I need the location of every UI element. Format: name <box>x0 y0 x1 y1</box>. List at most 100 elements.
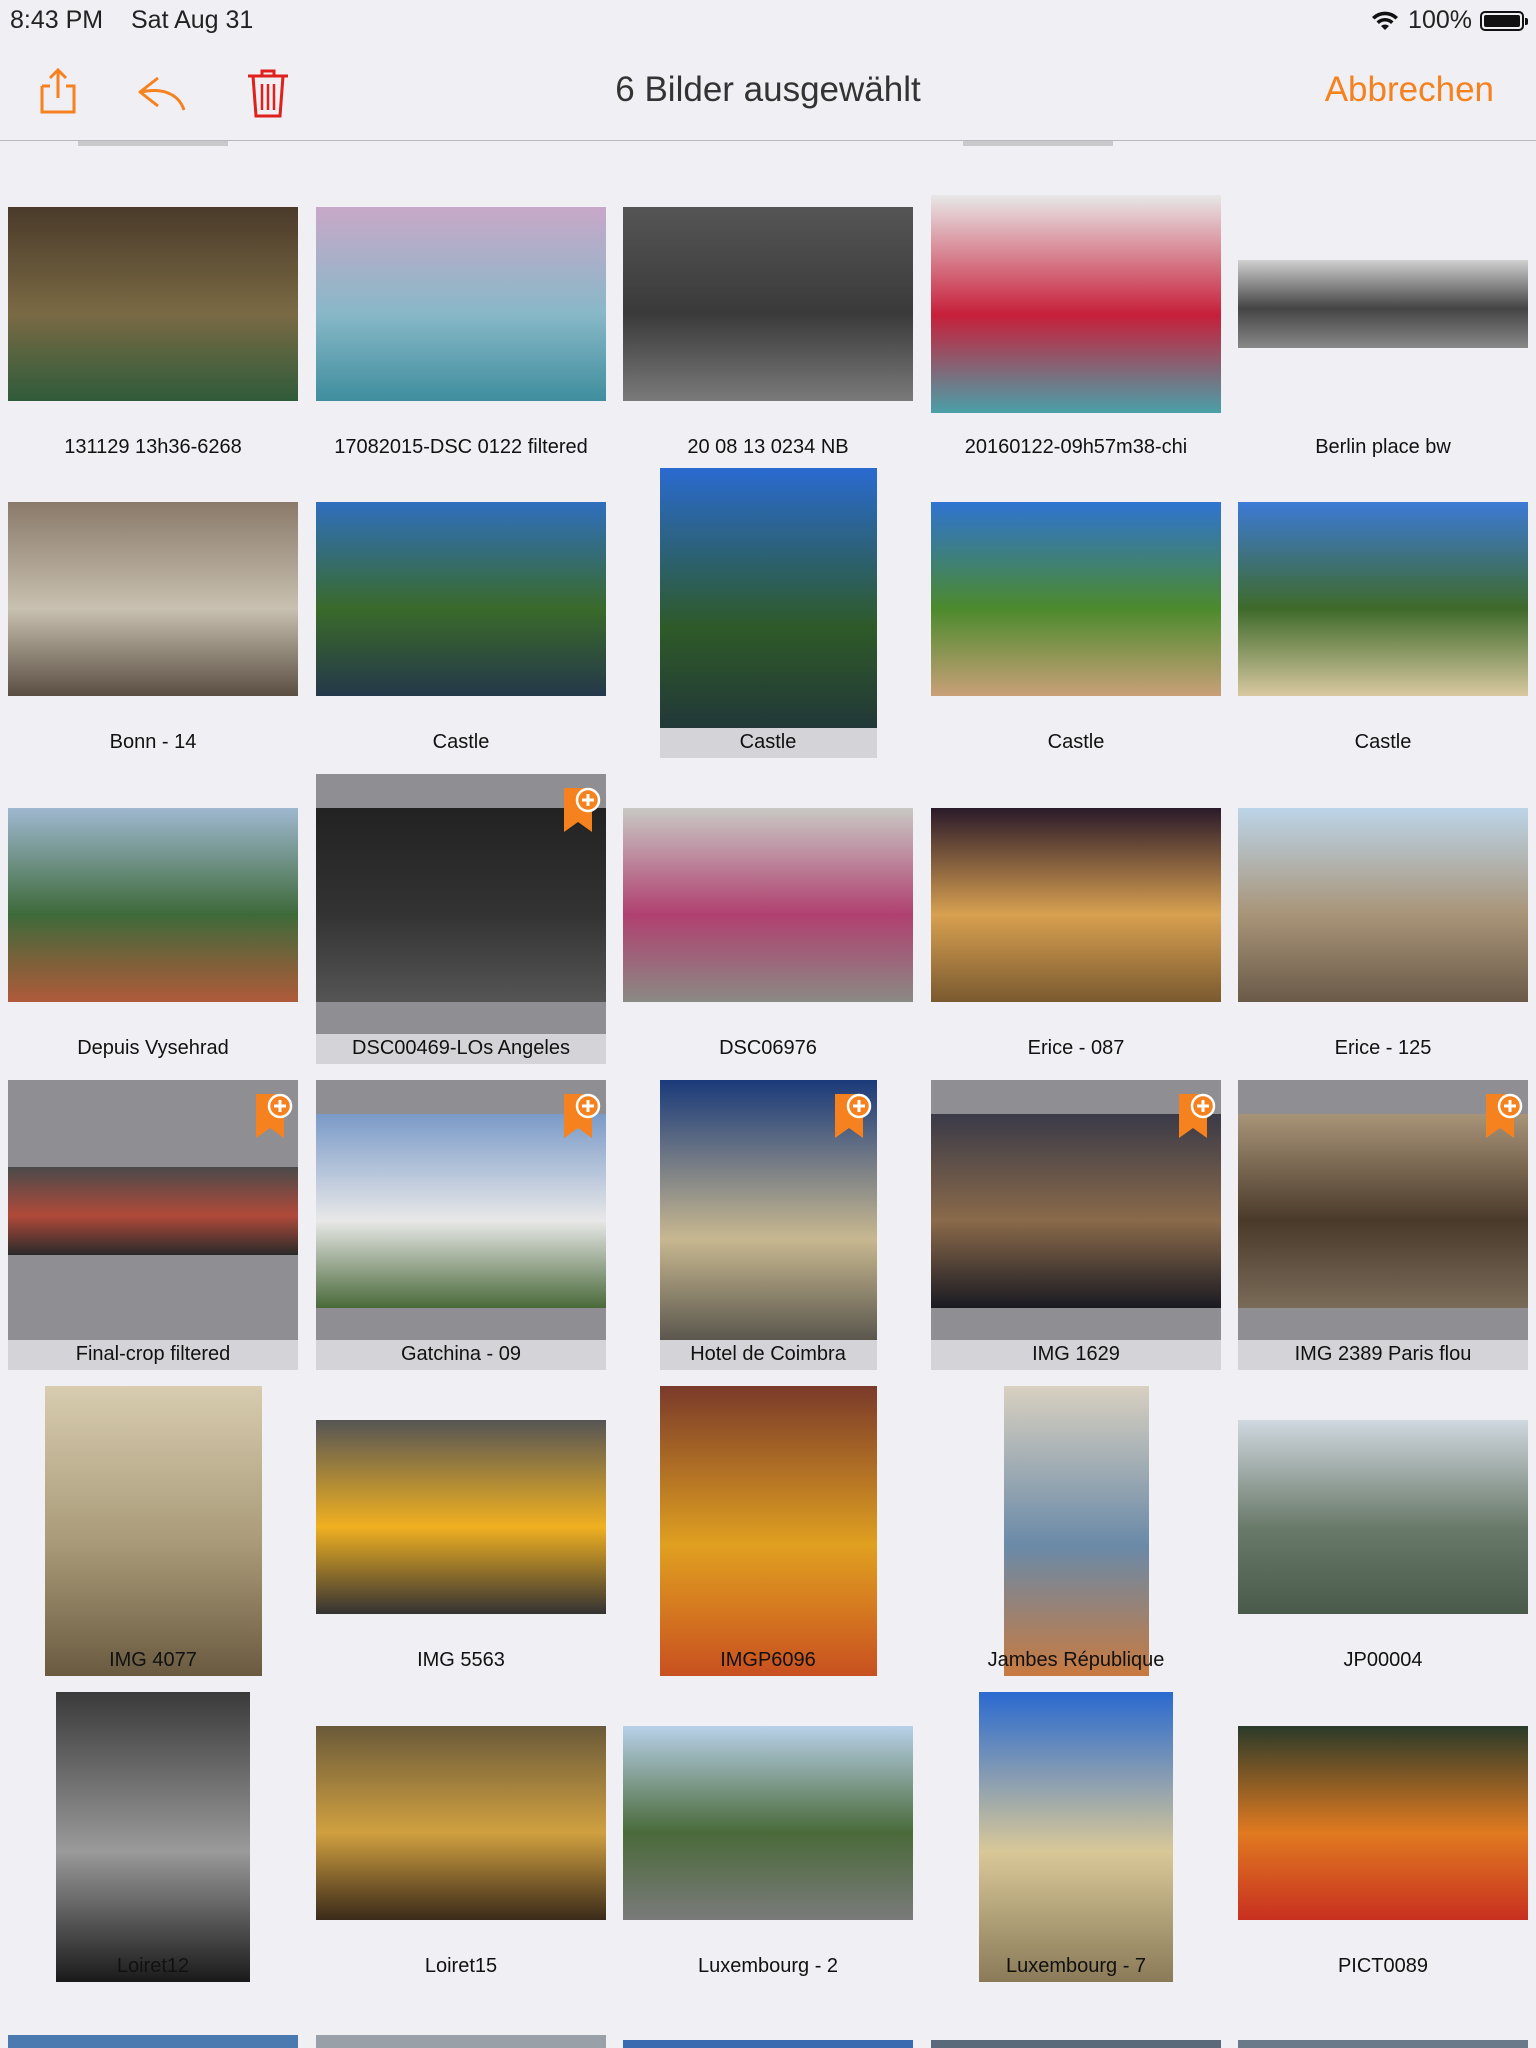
photo-tile[interactable]: Gatchina - 09 <box>316 1080 606 1370</box>
photo-label: Luxembourg - 7 <box>1005 1955 1147 1977</box>
photo-tile[interactable]: IMG 2389 Paris flou <box>1238 1080 1528 1370</box>
photo-thumbnail <box>316 207 606 401</box>
photo-tile[interactable]: 17082015-DSC 0122 filtered <box>316 173 606 463</box>
photo-tile[interactable]: IMG 1629 <box>931 1080 1221 1370</box>
photo-tile[interactable]: PICT0089 <box>1238 1692 1528 1982</box>
photo-thumbnail <box>659 468 877 758</box>
photo-thumbnail <box>623 808 913 1002</box>
photo-label: Erice - 125 <box>1334 1037 1432 1059</box>
photo-label: 17082015-DSC 0122 filtered <box>334 436 588 458</box>
photo-label: DSC00469-LOs Angeles <box>352 1037 570 1059</box>
next-row-peek <box>623 2040 913 2048</box>
photo-tile[interactable]: 20 08 13 0234 NB <box>623 173 913 463</box>
photo-thumbnail <box>931 808 1221 1002</box>
photo-tile[interactable]: Erice - 087 <box>931 774 1221 1064</box>
photo-tile[interactable]: Depuis Vysehrad <box>8 774 298 1064</box>
photo-thumbnail <box>8 808 298 1002</box>
photo-tile[interactable]: Luxembourg - 7 <box>931 1692 1221 1982</box>
photo-thumbnail <box>623 207 913 401</box>
photo-tile[interactable]: Berlin place bw <box>1238 173 1528 463</box>
photo-label: 20160122-09h57m38-chi <box>964 436 1188 458</box>
bookmark-add-icon[interactable] <box>833 1090 873 1142</box>
bookmark-add-icon[interactable] <box>254 1090 294 1142</box>
photo-thumbnail <box>979 1692 1173 1982</box>
photo-tile[interactable]: DSC06976 <box>623 774 913 1064</box>
photo-thumbnail <box>931 502 1221 696</box>
photo-label: IMG 2389 Paris flou <box>1294 1343 1472 1365</box>
photo-thumbnail <box>8 207 298 401</box>
photo-tile[interactable]: Castle <box>931 468 1221 758</box>
photo-label: Castle <box>739 731 797 753</box>
photo-tile[interactable]: Final-crop filtered <box>8 1080 298 1370</box>
photo-tile[interactable]: IMGP6096 <box>623 1386 913 1676</box>
photo-tile[interactable]: Castle <box>316 468 606 758</box>
photo-label: Depuis Vysehrad <box>77 1037 229 1059</box>
photo-thumbnail <box>316 808 606 1002</box>
photo-tile[interactable]: IMG 5563 <box>316 1386 606 1676</box>
photo-thumbnail <box>659 1386 877 1676</box>
photo-label: Loiret12 <box>116 1955 190 1977</box>
page-title: 6 Bilder ausgewählt <box>615 70 921 109</box>
photo-label: Jambes République <box>987 1649 1165 1671</box>
photo-tile[interactable]: Castle <box>623 468 913 758</box>
bookmark-add-icon[interactable] <box>562 784 602 836</box>
next-row-peek <box>316 2035 606 2048</box>
status-time: 8:43 PM <box>10 6 104 34</box>
photo-label: Bonn - 14 <box>109 731 197 753</box>
photo-label: DSC06976 <box>719 1037 817 1059</box>
photo-thumbnail <box>623 1726 913 1920</box>
photo-thumbnail <box>8 502 298 696</box>
photo-thumbnail <box>1238 808 1528 1002</box>
photo-tile[interactable]: DSC00469-LOs Angeles <box>316 774 606 1064</box>
photo-tile[interactable]: IMG 4077 <box>8 1386 298 1676</box>
photo-tile[interactable]: Hotel de Coimbra <box>623 1080 913 1370</box>
bookmark-add-icon[interactable] <box>1484 1090 1524 1142</box>
photo-thumbnail <box>44 1386 262 1676</box>
photo-thumbnail <box>316 502 606 696</box>
photo-label: Castle <box>432 731 490 753</box>
status-date: Sat Aug 31 <box>131 6 254 34</box>
next-row-peek <box>8 2035 298 2048</box>
photo-label: Final-crop filtered <box>75 1343 231 1365</box>
previous-row-peek <box>963 141 1113 146</box>
photo-label: JP00004 <box>1343 1649 1423 1671</box>
photo-tile[interactable]: Castle <box>1238 468 1528 758</box>
photo-thumbnail <box>931 195 1221 413</box>
photo-label: IMG 5563 <box>417 1649 505 1671</box>
photo-thumbnail <box>1003 1386 1149 1676</box>
photo-tile[interactable]: 131129 13h36-6268 <box>8 173 298 463</box>
cancel-button[interactable]: Abbrechen <box>1325 70 1494 110</box>
photo-thumbnail <box>316 1114 606 1308</box>
photo-tile[interactable]: Loiret15 <box>316 1692 606 1982</box>
photo-label: Erice - 087 <box>1027 1037 1125 1059</box>
selection-toolbar: 6 Bilder ausgewählt Abbrechen <box>0 40 1536 141</box>
bookmark-add-icon[interactable] <box>1177 1090 1217 1142</box>
photo-label: Castle <box>1047 731 1105 753</box>
photo-label: Loiret15 <box>424 1955 498 1977</box>
photo-thumbnail <box>931 1114 1221 1308</box>
photo-thumbnail <box>316 1726 606 1920</box>
photo-tile[interactable]: 20160122-09h57m38-chi <box>931 173 1221 463</box>
photo-label: Berlin place bw <box>1315 436 1451 458</box>
next-row-peek <box>1238 2040 1528 2048</box>
battery-percent: 100% <box>1408 6 1472 34</box>
bookmark-add-icon[interactable] <box>562 1090 602 1142</box>
photo-tile[interactable]: Loiret12 <box>8 1692 298 1982</box>
photo-tile[interactable]: Erice - 125 <box>1238 774 1528 1064</box>
photo-label: IMG 1629 <box>1032 1343 1120 1365</box>
photo-label: Castle <box>1354 731 1412 753</box>
status-bar: 8:43 PM Sat Aug 31 100% <box>0 0 1536 40</box>
photo-tile[interactable]: Luxembourg - 2 <box>623 1692 913 1982</box>
photo-label: IMG 4077 <box>109 1649 197 1671</box>
photo-thumbnail <box>56 1692 250 1982</box>
photo-thumbnail <box>1238 1726 1528 1920</box>
photo-tile[interactable]: Jambes République <box>931 1386 1221 1676</box>
photo-label: PICT0089 <box>1337 1955 1429 1977</box>
photo-thumbnail <box>1238 502 1528 696</box>
photo-tile[interactable]: JP00004 <box>1238 1386 1528 1676</box>
photo-tile[interactable]: Bonn - 14 <box>8 468 298 758</box>
photo-label: 131129 13h36-6268 <box>64 436 242 458</box>
photo-label: Hotel de Coimbra <box>690 1343 846 1365</box>
photo-thumbnail <box>316 1420 606 1614</box>
photo-label: Gatchina - 09 <box>400 1343 522 1365</box>
